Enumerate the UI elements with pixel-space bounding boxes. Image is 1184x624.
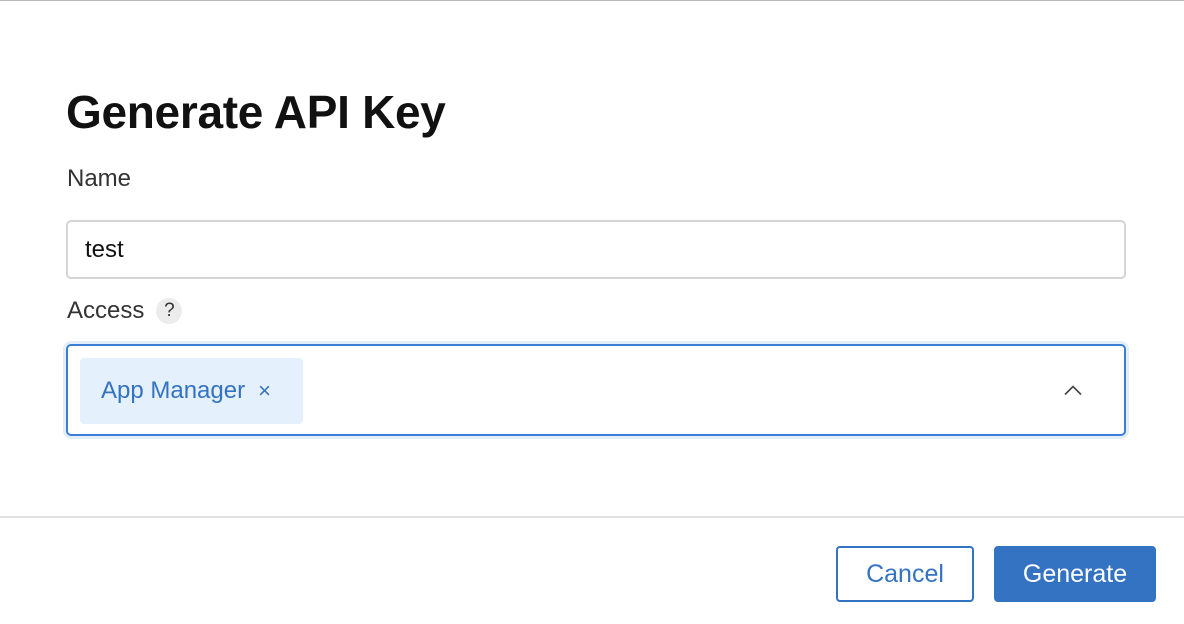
generate-button[interactable]: Generate <box>994 546 1156 602</box>
chevron-up-icon[interactable] <box>1064 384 1082 396</box>
dialog-title: Generate API Key <box>66 86 446 138</box>
cancel-button[interactable]: Cancel <box>836 546 974 602</box>
access-label-row: Access ? <box>67 297 183 325</box>
access-multiselect[interactable]: App Manager × <box>66 344 1126 436</box>
access-tag-label: App Manager <box>101 377 246 404</box>
help-icon[interactable]: ? <box>156 298 183 324</box>
access-label: Access <box>67 297 145 324</box>
generate-api-key-dialog: Generate API Key Name Access ? App Manag… <box>0 0 1184 624</box>
footer-divider <box>0 516 1184 518</box>
close-icon[interactable]: × <box>258 380 271 402</box>
name-input[interactable] <box>66 220 1126 279</box>
access-tag: App Manager × <box>80 358 303 424</box>
name-label: Name <box>67 165 132 192</box>
